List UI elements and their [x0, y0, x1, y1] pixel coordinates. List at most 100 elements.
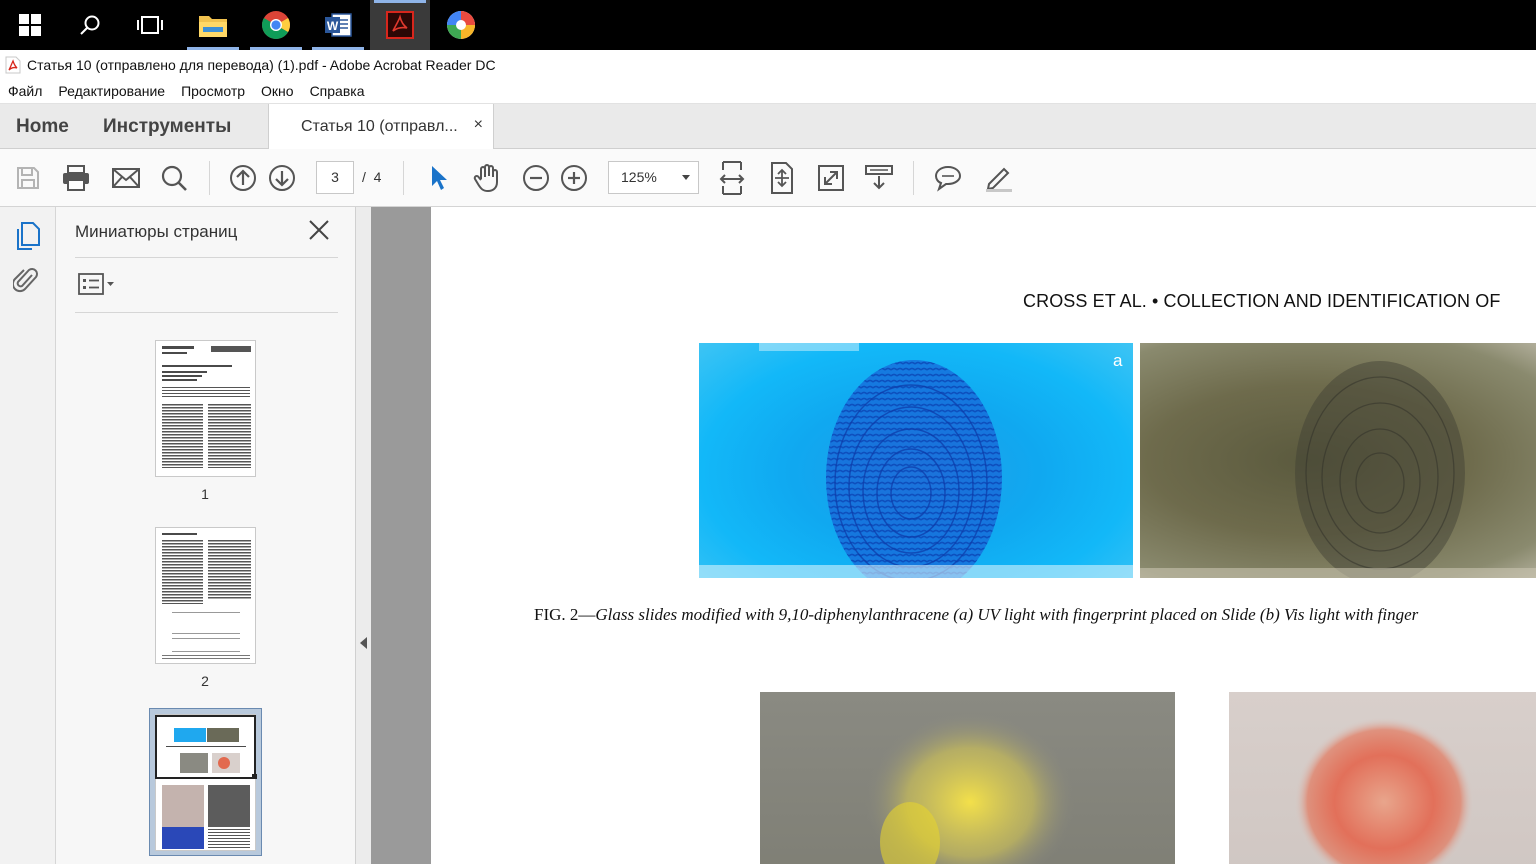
attachments-button[interactable] — [11, 265, 39, 300]
photos-icon — [447, 11, 475, 39]
print-button[interactable] — [60, 162, 92, 194]
tab-document[interactable]: Статья 10 (отправл... × — [268, 104, 494, 150]
fit-width-button[interactable] — [716, 160, 748, 196]
search-icon — [80, 15, 100, 35]
windows-logo-icon — [19, 14, 41, 36]
red-spot-image — [1294, 717, 1474, 864]
document-view[interactable]: CROSS ET AL. • COLLECTION AND IDENTIFICA… — [371, 207, 1536, 864]
yellow-spot-image — [865, 712, 1075, 864]
window-title: Статья 10 (отправлено для перевода) (1).… — [27, 56, 496, 73]
document-tab-label: Статья 10 (отправл... — [301, 118, 458, 135]
page-thumbnails-button[interactable] — [13, 221, 41, 256]
pdf-file-icon — [5, 56, 21, 73]
menu-view[interactable]: Просмотр — [181, 83, 245, 99]
thumbnail-viewport-box[interactable] — [155, 715, 256, 779]
svg-text:W: W — [327, 19, 339, 33]
email-button[interactable] — [110, 162, 142, 194]
paperclip-icon — [11, 268, 38, 293]
photos-button[interactable] — [431, 0, 491, 50]
figure-caption-text: Glass slides modified with 9,10-diphenyl… — [595, 605, 1419, 624]
mail-icon — [112, 168, 140, 188]
chrome-button[interactable] — [246, 0, 306, 50]
acrobat-icon — [386, 11, 414, 39]
expand-icon — [818, 165, 844, 191]
pen-icon — [986, 167, 1012, 192]
zoom-out-button[interactable] — [520, 162, 552, 194]
word-button[interactable]: W — [308, 0, 368, 50]
read-mode-button[interactable] — [863, 162, 895, 194]
page-thumbnail-1[interactable] — [155, 340, 256, 477]
panel-title: Миниатюры страниц — [75, 222, 238, 241]
zoom-value: 125% — [621, 169, 657, 185]
arrow-down-circle-icon — [269, 165, 295, 191]
print-icon — [63, 165, 89, 191]
comment-button[interactable] — [932, 162, 964, 194]
navigation-rail — [0, 207, 56, 864]
page-separator: / — [362, 169, 366, 185]
zoom-in-button[interactable] — [558, 162, 590, 194]
fit-page-icon — [771, 162, 793, 194]
tab-bar: Home Инструменты Статья 10 (отправл... × — [0, 104, 1536, 150]
thumbnails-panel: Миниатюры страниц 1 2 — [56, 207, 356, 864]
windows-start-button[interactable] — [0, 0, 60, 50]
hand-icon — [473, 164, 498, 192]
comment-icon — [934, 165, 962, 192]
magnifier-icon — [161, 165, 187, 191]
previous-page-button[interactable] — [227, 162, 259, 194]
page-number-input[interactable]: 3 — [316, 161, 354, 194]
fit-width-icon — [719, 161, 745, 195]
tab-home[interactable]: Home — [16, 104, 69, 149]
pointer-arrow-icon — [432, 166, 447, 190]
running-head: CROSS ET AL. • COLLECTION AND IDENTIFICA… — [1023, 291, 1501, 311]
collapse-left-icon — [360, 637, 367, 649]
page-total: / 4 — [362, 169, 381, 185]
menu-help[interactable]: Справка — [310, 83, 365, 99]
close-icon — [309, 220, 329, 240]
arrow-up-circle-icon — [230, 165, 256, 191]
viewport-resize-handle[interactable] — [252, 774, 257, 779]
page-thumbnail-2[interactable] — [155, 527, 256, 664]
menu-bar: Файл Редактирование Просмотр Окно Справк… — [0, 79, 1536, 104]
file-explorer-button[interactable] — [183, 0, 243, 50]
taskbar-search-button[interactable] — [60, 0, 120, 50]
figure-caption: FIG. 2—Glass slides modified with 9,10-d… — [534, 605, 1418, 625]
folder-icon — [199, 16, 227, 37]
panel-collapse-gutter[interactable] — [356, 207, 371, 864]
highlight-button[interactable] — [982, 162, 1014, 194]
figure-a-uv-fingerprint: a — [699, 343, 1133, 578]
tab-tools[interactable]: Инструменты — [103, 104, 231, 149]
word-icon: W — [325, 13, 352, 37]
figure-label-a: a — [1113, 351, 1123, 370]
close-panel-button[interactable] — [308, 219, 330, 246]
zoom-select[interactable]: 125% — [608, 161, 699, 194]
acrobat-taskbar-button[interactable] — [370, 0, 430, 50]
main-toolbar: 3 / 4 125% — [0, 149, 1536, 207]
chevron-down-icon — [682, 175, 690, 180]
menu-window[interactable]: Окно — [261, 83, 294, 99]
chrome-icon — [262, 11, 290, 39]
list-options-icon — [78, 273, 114, 295]
thumbnail-label-1: 1 — [201, 486, 209, 502]
windows-taskbar: W — [0, 0, 1536, 50]
save-button[interactable] — [12, 162, 44, 194]
thumbnail-label-2: 2 — [201, 673, 209, 689]
thumbnail-options-button[interactable] — [78, 273, 118, 300]
fit-page-button[interactable] — [766, 160, 798, 196]
task-view-icon — [137, 16, 163, 34]
select-tool-button[interactable] — [422, 162, 454, 194]
figure-d-red-spot — [1229, 692, 1536, 864]
hand-tool-button[interactable] — [471, 162, 503, 194]
total-pages: 4 — [373, 169, 382, 185]
close-tab-icon[interactable]: × — [474, 116, 483, 134]
fingerprint-blue-image — [699, 343, 1133, 578]
figure-c-yellow-spot — [760, 692, 1175, 864]
minus-circle-icon — [523, 165, 549, 191]
next-page-button[interactable] — [266, 162, 298, 194]
fingerprint-gray-image — [1140, 361, 1536, 578]
menu-edit[interactable]: Редактирование — [58, 83, 165, 99]
menu-file[interactable]: Файл — [8, 83, 42, 99]
figure-b-vis-fingerprint — [1140, 343, 1536, 578]
full-screen-button[interactable] — [815, 162, 847, 194]
find-button[interactable] — [158, 162, 190, 194]
task-view-button[interactable] — [120, 0, 180, 50]
